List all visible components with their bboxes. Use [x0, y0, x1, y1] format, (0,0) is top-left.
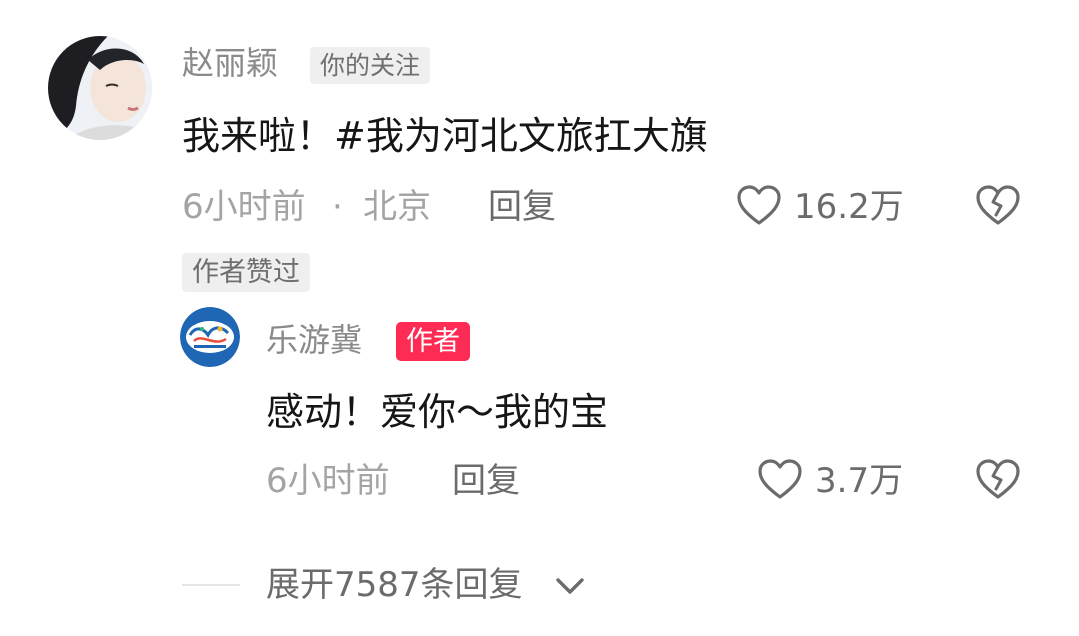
reply-button[interactable]: 回复 [488, 190, 556, 224]
meta-separator: · [332, 187, 343, 227]
reply-like-count: 3.7万 [815, 461, 904, 501]
like-count: 16.2万 [794, 187, 904, 227]
reply-author-name[interactable]: 乐游冀 [266, 324, 362, 356]
commenter-avatar[interactable] [48, 36, 152, 140]
reply-time: 6小时前 [266, 461, 390, 501]
following-tag: 你的关注 [310, 47, 431, 84]
expand-replies-button[interactable]: 展开7587条回复 [266, 568, 523, 602]
author-liked-badge: 作者赞过 [182, 253, 310, 292]
comment-time: 6小时前 [182, 187, 306, 227]
reply-like-heart-icon[interactable] [757, 458, 803, 500]
chevron-down-icon[interactable] [553, 572, 587, 600]
comment-location: 北京 [363, 187, 431, 227]
dislike-broken-heart-icon[interactable] [975, 184, 1021, 226]
reply-dislike-broken-heart-icon[interactable] [975, 458, 1021, 500]
reply-author-avatar[interactable] [180, 307, 240, 367]
reply-text: 感动！爱你～我的宝 [266, 390, 609, 434]
reply-reply-button[interactable]: 回复 [452, 464, 520, 498]
comment-text: 我来啦！#我为河北文旅扛大旗 [182, 114, 708, 158]
author-tag: 作者 [396, 322, 470, 361]
expand-divider [182, 584, 240, 586]
commenter-name[interactable]: 赵丽颖 [182, 47, 278, 79]
like-heart-icon[interactable] [736, 184, 782, 226]
